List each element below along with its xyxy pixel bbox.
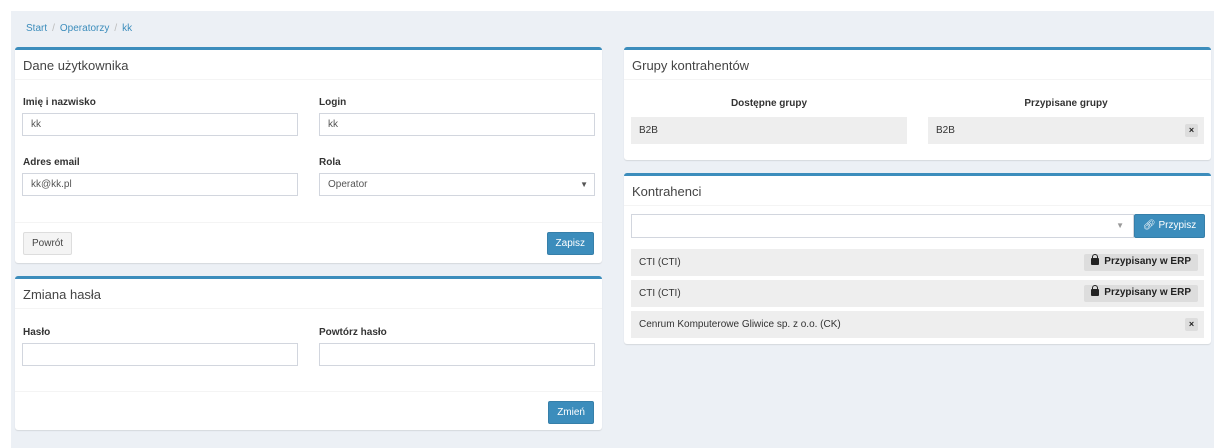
- erp-badge-label: Przypisany w ERP: [1104, 256, 1191, 267]
- contractor-row: CTI (CTI) Przypisany w ERP: [631, 280, 1204, 307]
- back-button[interactable]: Powrót: [23, 232, 73, 255]
- chevron-down-icon: ▼: [580, 180, 588, 189]
- password-label: Hasło: [23, 327, 51, 338]
- chevron-down-icon: ▼: [1116, 221, 1124, 230]
- change-password-title: Zmiana hasła: [15, 279, 602, 309]
- login-label: Login: [319, 97, 347, 108]
- role-select-value: Operator: [328, 179, 368, 190]
- change-password-button[interactable]: Zmień: [548, 401, 594, 424]
- login-input[interactable]: kk: [319, 113, 595, 136]
- contractor-name: CTI (CTI): [639, 288, 681, 299]
- contractors-title: Kontrahenci: [624, 176, 1211, 206]
- contractor-name: Cenrum Komputerowe Gliwice sp. z o.o. (C…: [639, 319, 841, 330]
- user-data-box: Dane użytkownika Imię i nazwisko kk Logi…: [15, 47, 602, 263]
- assigned-group-label: B2B: [936, 125, 955, 136]
- email-input[interactable]: kk@kk.pl: [22, 173, 298, 196]
- name-label: Imię i nazwisko: [23, 97, 96, 108]
- breadcrumb-current[interactable]: kk: [122, 23, 132, 34]
- assign-button[interactable]: 🔗︎ Przypisz: [1134, 214, 1206, 238]
- repeat-password-input[interactable]: [319, 343, 595, 366]
- role-select[interactable]: Operator ▼: [319, 173, 595, 196]
- available-groups-header: Dostępne grupy: [730, 98, 808, 109]
- erp-assigned-badge: Przypisany w ERP: [1084, 285, 1198, 302]
- footer-divider: [15, 222, 602, 223]
- email-label: Adres email: [23, 157, 80, 168]
- change-password-box: Zmiana hasła Hasło Powtórz hasło Zmień: [15, 276, 602, 430]
- password-input[interactable]: [22, 343, 298, 366]
- available-group-item[interactable]: B2B: [631, 117, 907, 144]
- breadcrumb-start[interactable]: Start: [26, 23, 47, 34]
- contractor-groups-title: Grupy kontrahentów: [624, 50, 1211, 80]
- breadcrumb-separator: /: [52, 23, 55, 34]
- link-icon: 🔗︎: [1143, 220, 1156, 231]
- assigned-group-item: B2B ×: [928, 117, 1204, 144]
- footer-divider: [15, 391, 602, 392]
- lock-icon: [1091, 285, 1100, 296]
- contractor-row: Cenrum Komputerowe Gliwice sp. z o.o. (C…: [631, 311, 1204, 338]
- erp-badge-label: Przypisany w ERP: [1104, 287, 1191, 298]
- contractor-row: CTI (CTI) Przypisany w ERP: [631, 249, 1204, 276]
- repeat-password-label: Powtórz hasło: [319, 327, 387, 338]
- name-input[interactable]: kk: [22, 113, 298, 136]
- remove-icon[interactable]: ×: [1185, 124, 1198, 137]
- save-button[interactable]: Zapisz: [546, 232, 594, 255]
- role-label: Rola: [319, 157, 341, 168]
- erp-assigned-badge: Przypisany w ERP: [1084, 254, 1198, 271]
- remove-icon[interactable]: ×: [1185, 318, 1198, 331]
- breadcrumb-separator: /: [114, 23, 118, 34]
- contractor-name: CTI (CTI): [639, 257, 681, 268]
- user-data-title: Dane użytkownika: [15, 50, 602, 80]
- available-group-label: B2B: [639, 125, 658, 136]
- contractor-groups-box: Grupy kontrahentów Dostępne grupy Przypi…: [624, 47, 1211, 160]
- assigned-groups-header: Przypisane grupy: [1024, 98, 1108, 109]
- assign-button-label: Przypisz: [1158, 220, 1197, 231]
- contractors-box: Kontrahenci ▼ 🔗︎ Przypisz CTI (CTI) Przy…: [624, 173, 1211, 344]
- breadcrumb-operators[interactable]: Operatorzy: [60, 23, 109, 34]
- breadcrumb: Start / Operatorzy / kk: [26, 23, 132, 34]
- lock-icon: [1091, 254, 1100, 265]
- contractor-select[interactable]: ▼: [631, 214, 1134, 238]
